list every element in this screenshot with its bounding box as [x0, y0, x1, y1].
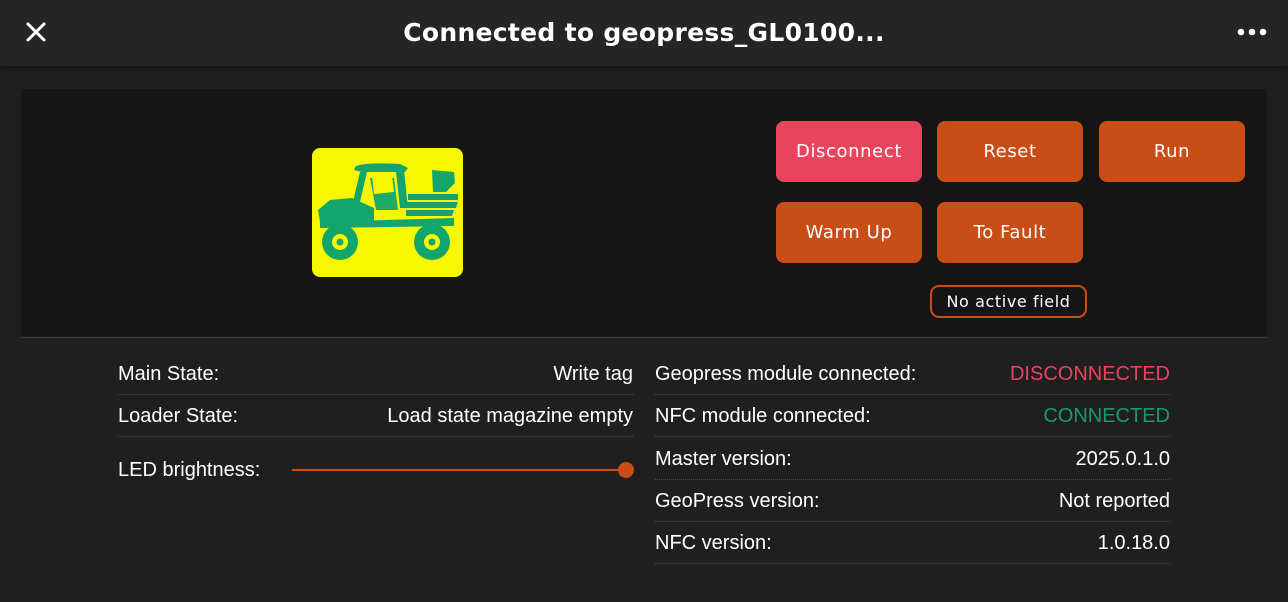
loader-state-row: Loader State: Load state magazine empty [118, 397, 633, 437]
led-brightness-slider[interactable] [292, 462, 634, 478]
master-version-label: Master version: [655, 448, 792, 470]
disconnect-button[interactable]: Disconnect [776, 121, 922, 182]
nfc-version-label: NFC version: [655, 532, 772, 554]
nfc-version-row: NFC version: 1.0.18.0 [655, 524, 1170, 564]
loader-state-value: Load state magazine empty [387, 405, 633, 427]
section-divider [21, 337, 1267, 338]
slider-thumb[interactable] [618, 462, 634, 478]
vehicle-tile [312, 148, 463, 277]
slider-track [292, 469, 626, 471]
nfc-version-value: 1.0.18.0 [1097, 532, 1170, 554]
utility-vehicle-icon [318, 163, 458, 260]
main-state-value: Write tag [553, 363, 633, 385]
geopress-version-row: GeoPress version: Not reported [655, 482, 1170, 522]
geopress-version-value: Not reported [1058, 490, 1170, 512]
close-button[interactable] [18, 14, 54, 50]
reset-button[interactable]: Reset [937, 121, 1083, 182]
page-title: Connected to geopress_GL0100... [403, 18, 885, 47]
main-state-label: Main State: [118, 363, 220, 385]
to-fault-button[interactable]: To Fault [937, 202, 1083, 263]
main-state-row: Main State: Write tag [118, 355, 633, 395]
top-bar: Connected to geopress_GL0100... [0, 0, 1288, 66]
nfc-connection-row: NFC module connected: CONNECTED [655, 397, 1170, 437]
geopress-connection-row: Geopress module connected: DISCONNECTED [655, 355, 1170, 395]
close-icon [26, 22, 46, 42]
master-version-value: 2025.0.1.0 [1075, 448, 1170, 470]
loader-state-label: Loader State: [118, 405, 239, 427]
active-field-badge: No active field [930, 285, 1087, 318]
run-button[interactable]: Run [1099, 121, 1245, 182]
geopress-connection-label: Geopress module connected: [655, 363, 917, 385]
led-brightness-label: LED brightness: [118, 458, 261, 481]
geopress-version-label: GeoPress version: [655, 490, 820, 512]
geopress-connection-value: DISCONNECTED [1009, 363, 1170, 385]
nfc-connection-value: CONNECTED [1043, 405, 1170, 427]
warm-up-button[interactable]: Warm Up [776, 202, 922, 263]
nfc-connection-label: NFC module connected: [655, 405, 871, 427]
master-version-row: Master version: 2025.0.1.0 [655, 440, 1170, 480]
more-horizontal-icon [1237, 28, 1267, 36]
more-options-button[interactable] [1234, 14, 1270, 50]
